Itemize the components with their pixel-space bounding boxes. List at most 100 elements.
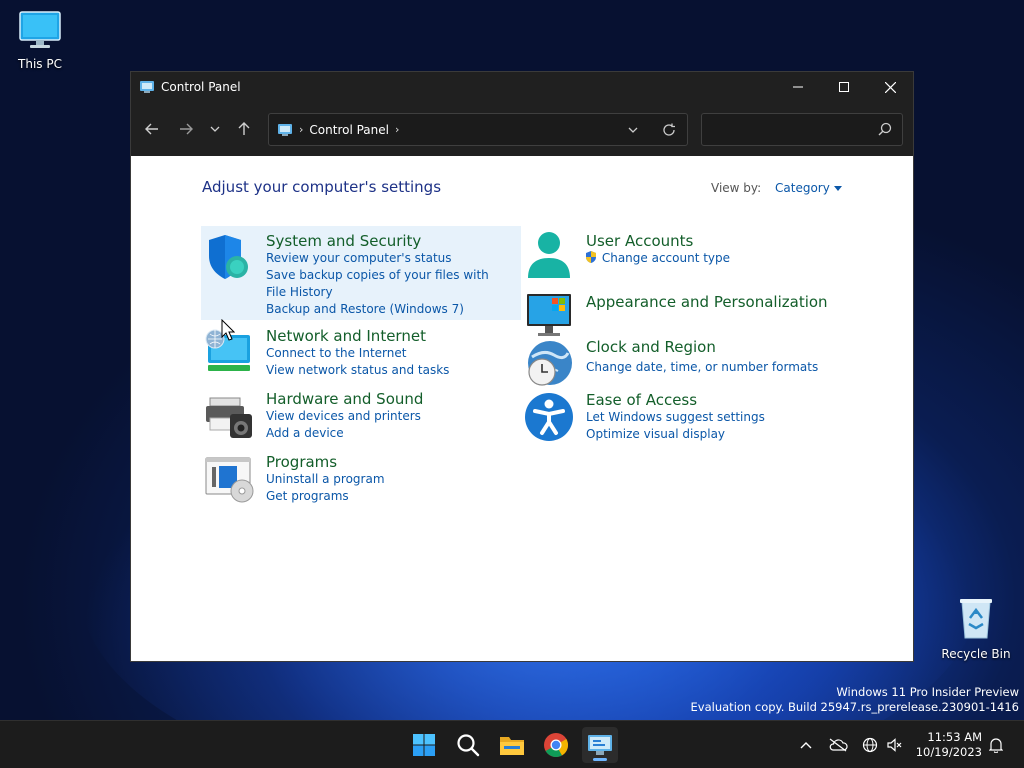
clock-date: 10/19/2023 — [915, 745, 982, 759]
monitor-icon — [19, 11, 61, 48]
recycle-bin-icon — [960, 599, 992, 639]
watermark-line2: Evaluation copy. Build 25947.rs_prerelea… — [690, 700, 1019, 714]
onedrive-tray-button[interactable] — [828, 735, 848, 755]
file-explorer-icon — [500, 737, 524, 755]
category-title[interactable]: Appearance and Personalization — [586, 293, 828, 311]
desktop-icon-this-pc[interactable]: This PC — [0, 10, 80, 71]
chevron-down-icon — [210, 126, 220, 132]
chrome-icon — [544, 733, 569, 758]
link-change-date-time[interactable]: Change date, time, or number formats — [586, 359, 818, 376]
volume-tray-button[interactable] — [884, 735, 904, 755]
category-title[interactable]: User Accounts — [586, 232, 730, 250]
link-connect-internet[interactable]: Connect to the Internet — [266, 345, 449, 362]
control-panel-icon — [588, 735, 612, 755]
address-bar[interactable]: › Control Panel › — [268, 113, 688, 146]
user-icon[interactable] — [524, 230, 574, 280]
control-panel-taskbar-button[interactable] — [582, 727, 618, 763]
link-backup-restore[interactable]: Backup and Restore (Windows 7) — [266, 301, 496, 318]
search-input[interactable] — [702, 114, 862, 145]
taskbar-clock[interactable]: 11:53 AM 10/19/2023 — [912, 730, 982, 760]
close-button[interactable] — [867, 72, 913, 102]
chevron-up-icon — [800, 742, 812, 749]
watermark-line1: Windows 11 Pro Insider Preview — [836, 685, 1019, 699]
show-hidden-icons-button[interactable] — [796, 735, 816, 755]
category-title[interactable]: Network and Internet — [266, 327, 449, 345]
back-button[interactable] — [136, 113, 168, 145]
personalization-monitor-icon[interactable] — [524, 290, 574, 340]
control-panel-icon — [140, 81, 154, 93]
up-button[interactable] — [228, 113, 260, 145]
link-file-history[interactable]: Save backup copies of your files with Fi… — [266, 267, 496, 301]
printer-speaker-icon[interactable] — [204, 390, 254, 440]
category-title[interactable]: Hardware and Sound — [266, 390, 423, 408]
taskbar-search-button[interactable] — [450, 727, 486, 763]
windows-start-icon — [413, 734, 435, 756]
refresh-button[interactable] — [651, 114, 687, 145]
taskbar: 11:53 AM 10/19/2023 — [0, 720, 1024, 768]
minimize-icon — [793, 86, 803, 88]
arrow-left-icon — [145, 123, 158, 135]
recycle-bin-label: Recycle Bin — [941, 647, 1011, 661]
control-panel-window: Control Panel › Control Panel › Adjust y… — [130, 71, 914, 662]
view-by-label: View by: — [711, 181, 762, 195]
breadcrumb-control-panel[interactable]: Control Panel — [309, 123, 389, 137]
clock-time: 11:53 AM — [927, 730, 982, 744]
breadcrumb-separator-icon[interactable]: › — [299, 123, 303, 136]
clock-globe-icon[interactable] — [524, 339, 574, 389]
speaker-muted-icon — [887, 738, 902, 752]
link-windows-suggest[interactable]: Let Windows suggest settings — [586, 409, 765, 426]
search-box[interactable] — [701, 113, 903, 146]
address-history-button[interactable] — [615, 114, 651, 145]
forward-button[interactable] — [170, 113, 202, 145]
programs-icon[interactable] — [204, 453, 254, 503]
evaluation-watermark: Windows 11 Pro Insider Preview Evaluatio… — [691, 685, 1019, 715]
close-icon — [884, 81, 896, 93]
globe-network-icon — [862, 737, 878, 753]
search-icon — [457, 734, 480, 757]
link-change-account-type[interactable]: Change account type — [584, 250, 730, 267]
chrome-button[interactable] — [538, 727, 574, 763]
file-explorer-button[interactable] — [494, 727, 530, 763]
link-get-programs[interactable]: Get programs — [266, 488, 385, 505]
uac-shield-icon — [586, 251, 596, 263]
arrow-up-icon — [238, 122, 250, 135]
chevron-down-icon — [628, 127, 638, 133]
link-optimize-display[interactable]: Optimize visual display — [586, 426, 765, 443]
start-button[interactable] — [406, 727, 442, 763]
network-tray-button[interactable] — [860, 735, 880, 755]
window-title: Control Panel — [161, 80, 241, 94]
search-icon[interactable] — [878, 122, 892, 136]
link-review-status[interactable]: Review your computer's status — [266, 250, 496, 267]
link-devices-printers[interactable]: View devices and printers — [266, 408, 423, 425]
active-app-indicator — [593, 758, 607, 761]
navigation-toolbar: › Control Panel › — [131, 102, 913, 156]
breadcrumb-separator-icon[interactable]: › — [395, 123, 399, 136]
link-uninstall-program[interactable]: Uninstall a program — [266, 471, 385, 488]
view-by-dropdown[interactable]: Category — [775, 181, 842, 195]
desktop-icon-recycle-bin[interactable]: Recycle Bin — [936, 596, 1016, 661]
page-heading: Adjust your computer's settings — [202, 178, 442, 196]
title-bar[interactable]: Control Panel — [131, 72, 913, 102]
this-pc-label: This PC — [18, 57, 62, 71]
refresh-icon — [663, 123, 675, 136]
maximize-button[interactable] — [821, 72, 867, 102]
category-title[interactable]: Ease of Access — [586, 391, 765, 409]
caret-down-icon[interactable] — [833, 186, 842, 191]
mouse-cursor-icon — [221, 319, 235, 341]
control-panel-content: Adjust your computer's settings View by:… — [131, 156, 913, 661]
shield-icon[interactable] — [204, 232, 254, 282]
link-network-status[interactable]: View network status and tasks — [266, 362, 449, 379]
control-panel-icon — [278, 123, 292, 136]
link-add-device[interactable]: Add a device — [266, 425, 423, 442]
category-title[interactable]: Clock and Region — [586, 338, 818, 356]
accessibility-icon[interactable] — [524, 392, 574, 442]
view-by: View by: Category — [711, 181, 842, 195]
notifications-button[interactable] — [986, 735, 1006, 755]
category-title[interactable]: Programs — [266, 453, 385, 471]
recent-locations-button[interactable] — [202, 113, 228, 145]
view-by-value[interactable]: Category — [775, 181, 830, 195]
cloud-offline-icon — [829, 738, 848, 752]
link-change-account-type-label[interactable]: Change account type — [602, 251, 730, 265]
category-title[interactable]: System and Security — [266, 232, 496, 250]
minimize-button[interactable] — [775, 72, 821, 102]
